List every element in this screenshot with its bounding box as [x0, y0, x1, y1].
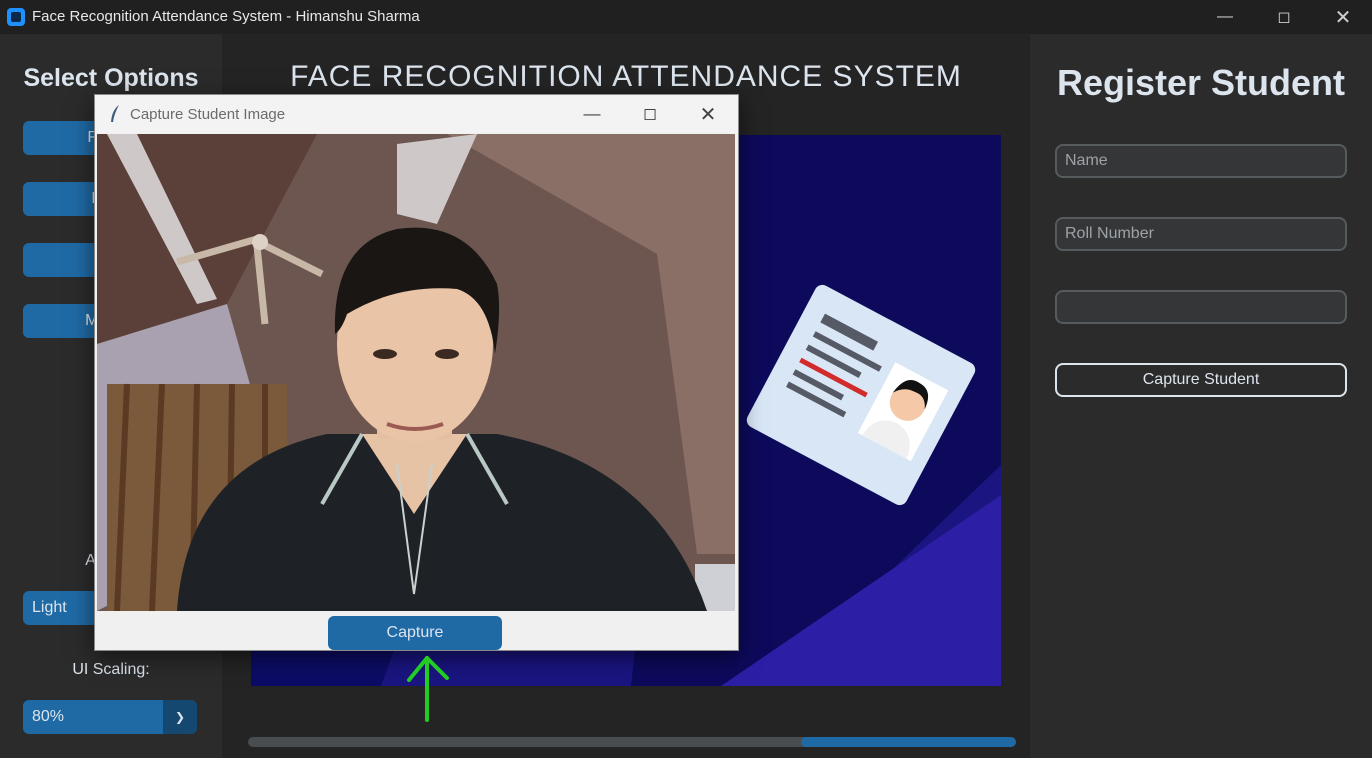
app-icon [7, 8, 25, 26]
roll-number-input[interactable] [1055, 217, 1347, 251]
progress-bar [248, 737, 1016, 747]
ui-scaling-menu[interactable]: 80% ❯ [23, 700, 197, 734]
extra-input[interactable] [1055, 290, 1347, 324]
appearance-mode-value: Light [32, 599, 67, 616]
dialog-titlebar: Capture Student Image — ◻ ✕ [95, 95, 738, 133]
capture-student-button[interactable]: Capture Student [1055, 363, 1347, 397]
ui-scaling-value: 80% [32, 708, 65, 725]
maximize-icon[interactable]: ◻ [1255, 0, 1313, 34]
dialog-maximize-icon[interactable]: ◻ [621, 95, 679, 133]
sidebar-title: Select Options [23, 64, 199, 92]
capture-dialog: Capture Student Image — ◻ ✕ Capture [94, 94, 739, 651]
window-titlebar: Face Recognition Attendance System - Him… [0, 0, 1372, 34]
progress-bar-fill [800, 737, 1016, 747]
register-panel-title: Register Student [1056, 62, 1346, 103]
capture-button[interactable]: Capture [328, 616, 502, 650]
dialog-close-icon[interactable]: ✕ [679, 95, 737, 133]
minimize-icon[interactable]: — [1196, 0, 1254, 34]
dialog-title: Capture Student Image [130, 106, 286, 123]
ui-scaling-label: UI Scaling: [72, 661, 150, 678]
main-title: FACE RECOGNITION ATTENDANCE SYSTEM [290, 60, 962, 93]
window-title: Face Recognition Attendance System - Him… [32, 8, 420, 25]
arrow-up-icon [407, 656, 449, 722]
name-input[interactable] [1055, 144, 1347, 178]
register-panel: Register Student Capture Student [1030, 34, 1372, 758]
camera-feed [97, 134, 735, 611]
feather-icon [111, 105, 119, 122]
close-icon[interactable]: ✕ [1314, 0, 1372, 34]
chevron-down-icon[interactable]: ❯ [163, 700, 197, 734]
dialog-minimize-icon[interactable]: — [563, 95, 621, 133]
